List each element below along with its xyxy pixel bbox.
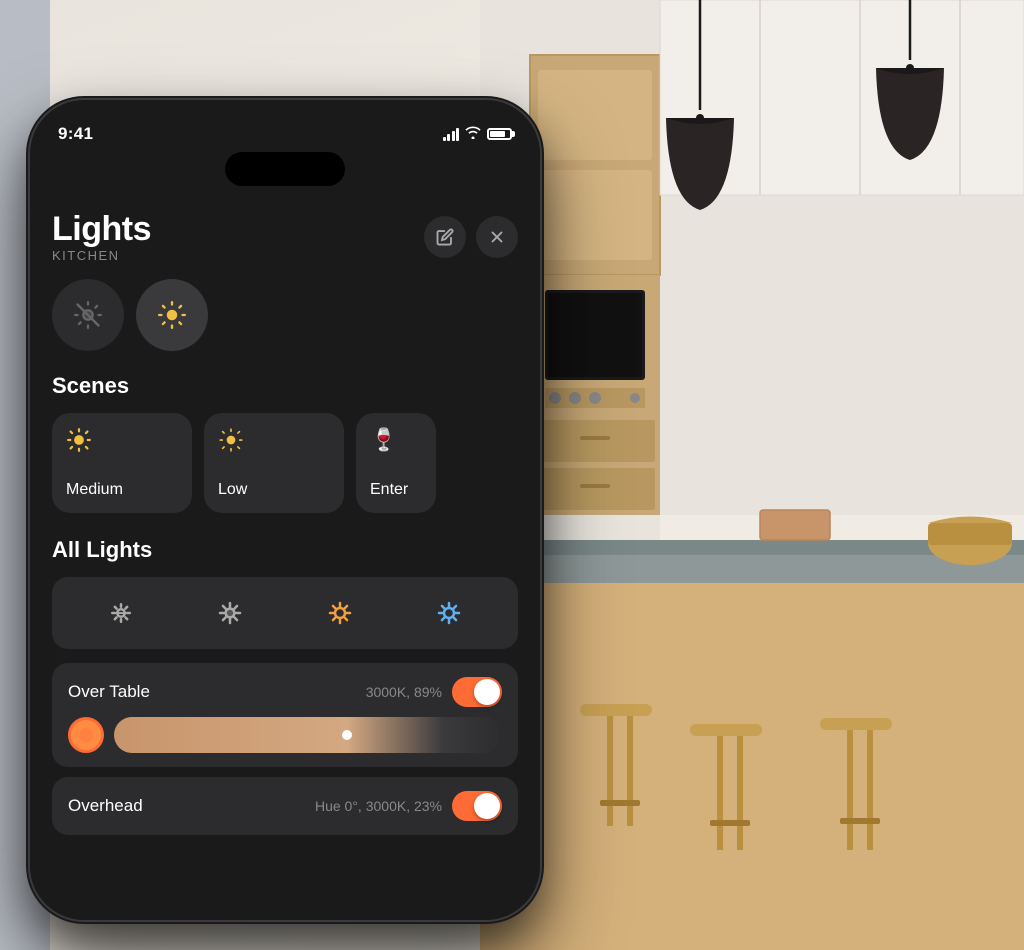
status-icons [443, 126, 513, 142]
scenes-title: Scenes [52, 373, 518, 399]
phone-device: 9:41 [30, 100, 540, 920]
page-title: Lights [52, 212, 151, 246]
scene-entertain-label: Enter [370, 481, 422, 499]
scene-entertain-icon: 🍷 [370, 427, 422, 453]
battery-icon [487, 128, 512, 140]
scene-card-medium[interactable]: Medium [52, 413, 192, 513]
scenes-row: Medium [52, 413, 518, 513]
brightness-controls [52, 577, 518, 649]
signal-icon [443, 128, 460, 141]
edit-button[interactable] [424, 216, 466, 258]
warm-light-button[interactable] [318, 591, 362, 635]
status-bar: 9:41 [30, 100, 540, 152]
screen-content: Lights KITCHEN [30, 194, 540, 845]
light-toggle-off[interactable] [52, 279, 124, 351]
scene-medium-label: Medium [66, 481, 178, 499]
over-table-slider-row [68, 717, 502, 753]
dynamic-island [225, 152, 345, 186]
scene-low-label: Low [218, 481, 330, 499]
over-table-name: Over Table [68, 682, 150, 702]
scene-card-low[interactable]: Low [204, 413, 344, 513]
status-time: 9:41 [58, 124, 93, 144]
over-table-slider[interactable] [114, 717, 502, 753]
header-actions [424, 216, 518, 258]
overhead-value: Hue 0°, 3000K, 23% [315, 798, 442, 814]
scene-card-entertain[interactable]: 🍷 Enter [356, 413, 436, 513]
all-lights-title: All Lights [52, 537, 518, 563]
wifi-icon [465, 126, 481, 142]
overhead-light-row: Overhead Hue 0°, 3000K, 23% [52, 777, 518, 835]
page-subtitle: KITCHEN [52, 248, 151, 263]
cool-light-button[interactable] [427, 591, 471, 635]
phone-screen: 9:41 [30, 100, 540, 920]
close-button[interactable] [476, 216, 518, 258]
phone-screen-frame: 9:41 [30, 100, 540, 920]
overhead-toggle[interactable] [452, 791, 502, 821]
dim-down-button[interactable] [99, 591, 143, 635]
scene-medium-icon [66, 427, 178, 459]
over-table-value: 3000K, 89% [366, 684, 442, 700]
header: Lights KITCHEN [52, 194, 518, 279]
light-toggle-on[interactable] [136, 279, 208, 351]
scene-low-icon [218, 427, 330, 459]
slider-color-icon [68, 717, 104, 753]
over-table-toggle[interactable] [452, 677, 502, 707]
dim-up-button[interactable] [208, 591, 252, 635]
light-toggle-row [52, 279, 518, 351]
over-table-light-row: Over Table 3000K, 89% [52, 663, 518, 767]
side-button-power [540, 350, 544, 430]
overhead-name: Overhead [68, 796, 143, 816]
